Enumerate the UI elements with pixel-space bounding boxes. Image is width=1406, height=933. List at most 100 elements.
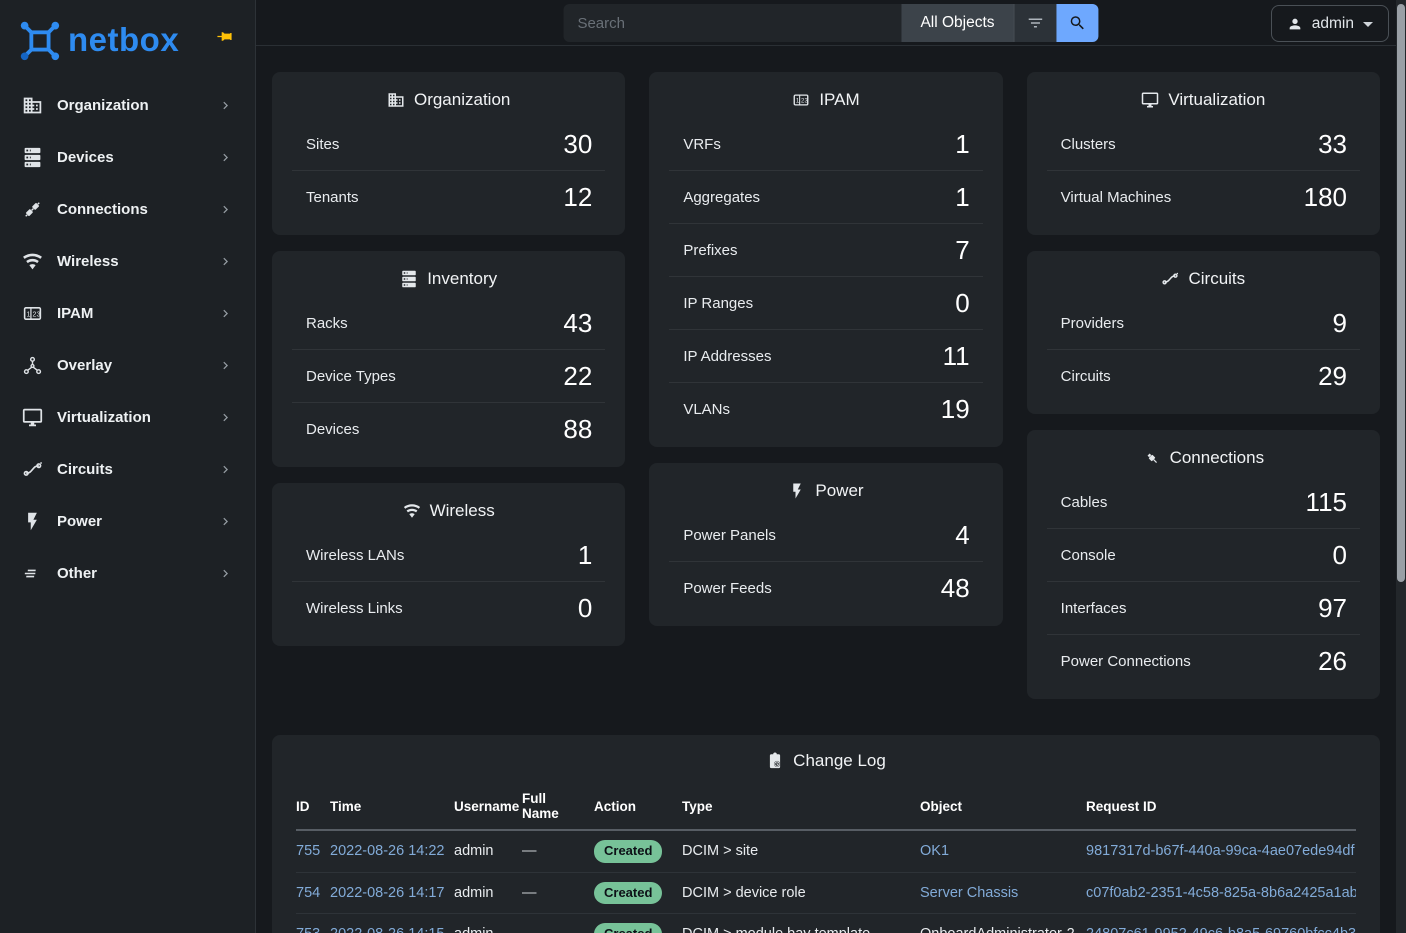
fullname-value: — — [522, 926, 537, 933]
filter-button[interactable] — [1014, 4, 1057, 42]
stat-label[interactable]: Interfaces — [1061, 600, 1127, 617]
stat-label[interactable]: Sites — [306, 136, 339, 153]
wifi-icon — [403, 502, 421, 520]
stat-label[interactable]: Cables — [1061, 494, 1108, 511]
sidebar-item-other[interactable]: Other — [0, 547, 255, 599]
changelog-row: 7532022-08-26 14:15admin—CreatedDCIM > m… — [296, 914, 1356, 933]
request-id-link[interactable]: 9817317d-b67f-440a-99ca-4ae07ede94df — [1086, 843, 1354, 859]
stat-row: Power Panels 4 — [669, 509, 982, 561]
sidebar-item-virtualization[interactable]: Virtualization — [0, 391, 255, 443]
sidebar-item-connections[interactable]: Connections — [0, 183, 255, 235]
sidebar-item-label: Organization — [57, 97, 204, 114]
stat-value[interactable]: 43 — [563, 308, 592, 338]
stat-label[interactable]: Wireless Links — [306, 600, 403, 617]
card-title: IPAM — [819, 90, 859, 110]
stat-value[interactable]: 0 — [955, 288, 969, 318]
stat-value[interactable]: 29 — [1318, 361, 1347, 391]
stat-value[interactable]: 180 — [1304, 182, 1347, 212]
stat-value[interactable]: 1 — [955, 182, 969, 212]
stat-label[interactable]: Tenants — [306, 189, 359, 206]
card-header: Power — [669, 477, 982, 509]
stat-value[interactable]: 12 — [563, 182, 592, 212]
stat-value[interactable]: 0 — [578, 593, 592, 623]
search-scope-dropdown[interactable]: All Objects — [901, 4, 1013, 42]
changelog-time-link[interactable]: 2022-08-26 14:17 — [330, 885, 445, 901]
stat-row: Tenants 12 — [292, 170, 605, 223]
stat-label[interactable]: Console — [1061, 547, 1116, 564]
object-link[interactable]: OK1 — [920, 843, 949, 859]
search-input[interactable] — [563, 4, 901, 42]
stat-value[interactable]: 11 — [943, 341, 970, 371]
stat-label[interactable]: VLANs — [683, 401, 730, 418]
stat-value[interactable]: 19 — [941, 394, 970, 424]
stat-value[interactable]: 115 — [1306, 487, 1347, 517]
stat-label[interactable]: IP Ranges — [683, 295, 753, 312]
changelog-time-link[interactable]: 2022-08-26 14:15 — [330, 926, 445, 933]
stat-value[interactable]: 48 — [941, 573, 970, 603]
object-link[interactable]: Server Chassis — [920, 885, 1018, 901]
stat-value[interactable]: 1 — [955, 129, 969, 159]
sidebar-item-power[interactable]: Power — [0, 495, 255, 547]
stat-value[interactable]: 26 — [1318, 646, 1347, 676]
stat-value[interactable]: 97 — [1318, 593, 1347, 623]
stat-value[interactable]: 33 — [1318, 129, 1347, 159]
stat-label[interactable]: Prefixes — [683, 242, 737, 259]
sidebar-item-organization[interactable]: Organization — [0, 79, 255, 131]
stat-label[interactable]: Racks — [306, 315, 348, 332]
request-id-link[interactable]: 24807c61-9952-49c6-b8a5-69760bfcc4b3 — [1086, 926, 1356, 933]
stat-row: Providers 9 — [1047, 297, 1360, 349]
chevron-right-icon — [218, 358, 233, 373]
changelog-id-link[interactable]: 754 — [296, 885, 320, 901]
search-button[interactable] — [1057, 4, 1099, 42]
stat-row: Console 0 — [1047, 528, 1360, 581]
monitor-icon — [22, 407, 43, 428]
stat-value[interactable]: 4 — [955, 520, 969, 550]
sidebar-item-ipam[interactable]: 123 IPAM — [0, 287, 255, 339]
sidebar-item-circuits[interactable]: Circuits — [0, 443, 255, 495]
stat-label[interactable]: VRFs — [683, 136, 721, 153]
stat-value[interactable]: 1 — [578, 540, 592, 570]
changelog-id-link[interactable]: 755 — [296, 843, 320, 859]
stat-label[interactable]: Clusters — [1061, 136, 1116, 153]
search-icon — [1069, 14, 1087, 32]
cell-type: DCIM > site — [682, 830, 920, 872]
stat-label[interactable]: Power Feeds — [683, 580, 771, 597]
stat-label[interactable]: Power Connections — [1061, 653, 1191, 670]
card-title: Inventory — [427, 269, 497, 289]
request-id-link[interactable]: c07f0ab2-2351-4c58-825a-8b6a2425a1ab — [1086, 885, 1356, 901]
lines-icon — [22, 563, 43, 584]
changelog-column-header: Username — [454, 785, 522, 830]
stat-label[interactable]: Virtual Machines — [1061, 189, 1172, 206]
sidebar-item-overlay[interactable]: Overlay — [0, 339, 255, 391]
stat-label[interactable]: Device Types — [306, 368, 396, 385]
sidebar-item-wireless[interactable]: Wireless — [0, 235, 255, 287]
stat-label[interactable]: Providers — [1061, 315, 1124, 332]
scrollbar-thumb[interactable] — [1397, 4, 1405, 582]
stat-value[interactable]: 22 — [563, 361, 592, 391]
ipam-card: 123 IPAM VRFs1Aggregates1Prefixes7IP Ran… — [649, 72, 1002, 447]
cell-request-id: 9817317d-b67f-440a-99ca-4ae07ede94df — [1086, 830, 1356, 872]
sidebar-item-devices[interactable]: Devices — [0, 131, 255, 183]
stat-value[interactable]: 0 — [1333, 540, 1347, 570]
netbox-logo-icon[interactable] — [16, 17, 62, 63]
changelog-title-text: Change Log — [793, 751, 886, 771]
stat-label[interactable]: IP Addresses — [683, 348, 771, 365]
stat-value[interactable]: 30 — [563, 129, 592, 159]
pin-icon[interactable] — [216, 28, 233, 45]
changelog-id-link[interactable]: 753 — [296, 926, 320, 933]
stat-value[interactable]: 88 — [563, 414, 592, 444]
stat-label[interactable]: Circuits — [1061, 368, 1111, 385]
scrollbar-track[interactable] — [1396, 0, 1406, 933]
cell-object: Server Chassis — [920, 872, 1086, 914]
stat-label[interactable]: Wireless LANs — [306, 547, 404, 564]
stat-label[interactable]: Devices — [306, 421, 359, 438]
stat-value[interactable]: 9 — [1333, 308, 1347, 338]
svg-text:1: 1 — [27, 311, 31, 318]
global-search: All Objects — [563, 4, 1098, 42]
changelog-time-link[interactable]: 2022-08-26 14:22 — [330, 843, 445, 859]
stat-value[interactable]: 7 — [955, 235, 969, 265]
stat-label[interactable]: Aggregates — [683, 189, 760, 206]
logo-wordmark[interactable]: netbox — [68, 23, 179, 56]
user-menu-button[interactable]: admin — [1271, 5, 1389, 42]
stat-label[interactable]: Power Panels — [683, 527, 776, 544]
